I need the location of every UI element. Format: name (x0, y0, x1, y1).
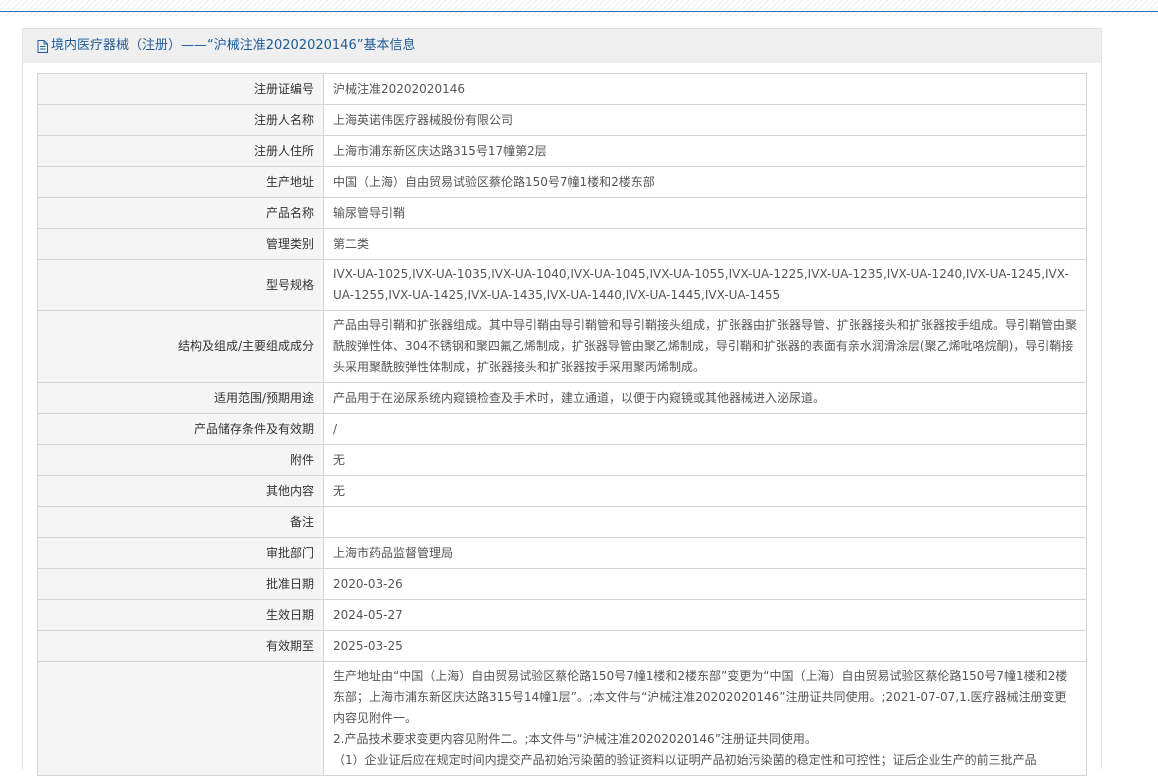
field-label: 注册人名称 (37, 104, 324, 136)
table-row: 注册人住所 上海市浦东新区庆达路315号17幢第2层 (37, 135, 1087, 167)
field-label: 其他内容 (37, 475, 324, 507)
field-value: 无 (323, 444, 1087, 476)
field-value: 2020-03-26 (323, 568, 1087, 600)
table-row: 生产地址 中国（上海）自由贸易试验区蔡伦路150号7幢1楼和2楼东部 (37, 166, 1087, 198)
field-value: 2024-05-27 (323, 599, 1087, 631)
table-row: 批准日期 2020-03-26 (37, 568, 1087, 600)
field-label (37, 661, 324, 776)
field-label: 注册人住所 (37, 135, 324, 167)
change-history-line: （1）企业证后应在规定时间内提交产品初始污染菌的验证资料以证明产品初始污染菌的稳… (333, 753, 1037, 767)
field-label: 产品名称 (37, 197, 324, 229)
table-row: 有效期至 2025-03-25 (37, 630, 1087, 662)
field-label: 产品储存条件及有效期 (37, 413, 324, 445)
change-history-value: 生产地址由“中国（上海）自由贸易试验区蔡伦路150号7幢1楼和2楼东部”变更为“… (323, 661, 1087, 776)
table-row: 适用范围/预期用途 产品用于在泌尿系统内窥镜检查及手术时，建立通道，以便于内窥镜或… (37, 382, 1087, 414)
field-label: 生产地址 (37, 166, 324, 198)
panel-title-text: 境内医疗器械（注册）——“沪械注准20202020146”基本信息 (51, 38, 416, 53)
field-value: 产品用于在泌尿系统内窥镜检查及手术时，建立通道，以便于内窥镜或其他器械进入泌尿道… (323, 382, 1087, 414)
field-label: 注册证编号 (37, 73, 324, 105)
top-decorative-strip (0, 0, 1158, 16)
field-label: 适用范围/预期用途 (37, 382, 324, 414)
table-row: 管理类别 第二类 (37, 228, 1087, 260)
field-label: 审批部门 (37, 537, 324, 569)
field-value: 产品由导引鞘和扩张器组成。其中导引鞘由导引鞘管和导引鞘接头组成，扩张器由扩张器导… (323, 310, 1087, 383)
field-label: 备注 (37, 506, 324, 538)
table-row: 产品储存条件及有效期 / (37, 413, 1087, 445)
field-label: 附件 (37, 444, 324, 476)
field-value (323, 506, 1087, 538)
table-row: 附件无 (37, 444, 1087, 476)
field-value: 上海市浦东新区庆达路315号17幢第2层 (323, 135, 1087, 167)
table-row: 结构及组成/主要组成成分 产品由导引鞘和扩张器组成。其中导引鞘由导引鞘管和导引鞘接… (37, 310, 1087, 383)
top-divider-line (0, 11, 1158, 12)
field-value: 2025-03-25 (323, 630, 1087, 662)
table-row: 备注 (37, 506, 1087, 538)
change-history-line: 生产地址由“中国（上海）自由贸易试验区蔡伦路150号7幢1楼和2楼东部”变更为“… (333, 669, 1068, 725)
panel-header: 境内医疗器械（注册）——“沪械注准20202020146”基本信息 (23, 29, 1101, 63)
table-row: 型号规格 IVX-UA-1025,IVX-UA-1035,IVX-UA-1040,… (37, 259, 1087, 311)
table-row: 其他内容无 (37, 475, 1087, 507)
field-value: / (323, 413, 1087, 445)
field-value: 第二类 (323, 228, 1087, 260)
field-label: 型号规格 (37, 259, 324, 311)
change-history-line: 2.产品技术要求变更内容见附件二。;本文件与“沪械注准20202020146”注… (333, 732, 817, 746)
field-value: 输尿管导引鞘 (323, 197, 1087, 229)
table-row: 审批部门 上海市药品监督管理局 (37, 537, 1087, 569)
document-icon (37, 39, 48, 53)
field-label: 管理类别 (37, 228, 324, 260)
field-value: 沪械注准20202020146 (323, 73, 1087, 105)
field-value: IVX-UA-1025,IVX-UA-1035,IVX-UA-1040,IVX-… (323, 259, 1087, 311)
table-row: 注册证编号 沪械注准20202020146 (37, 73, 1087, 105)
info-table-body: 注册证编号 沪械注准20202020146 注册人名称 上海英诺伟医疗器械股份有限公司… (37, 73, 1087, 776)
field-label: 有效期至 (37, 630, 324, 662)
table-row: 产品名称 输尿管导引鞘 (37, 197, 1087, 229)
table-row: 注册人名称 上海英诺伟医疗器械股份有限公司 (37, 104, 1087, 136)
field-label: 结构及组成/主要组成成分 (37, 310, 324, 383)
field-value: 无 (323, 475, 1087, 507)
panel-title: 境内医疗器械（注册）——“沪械注准20202020146”基本信息 (37, 38, 415, 54)
table-row-change-history: 生产地址由“中国（上海）自由贸易试验区蔡伦路150号7幢1楼和2楼东部”变更为“… (37, 661, 1087, 776)
registration-info-table: 注册证编号 沪械注准20202020146 注册人名称 上海英诺伟医疗器械股份有限公司… (37, 73, 1087, 776)
table-row: 生效日期 2024-05-27 (37, 599, 1087, 631)
field-value: 上海英诺伟医疗器械股份有限公司 (323, 104, 1087, 136)
field-value: 中国（上海）自由贸易试验区蔡伦路150号7幢1楼和2楼东部 (323, 166, 1087, 198)
field-label: 生效日期 (37, 599, 324, 631)
field-value: 上海市药品监督管理局 (323, 537, 1087, 569)
basic-info-panel: 境内医疗器械（注册）——“沪械注准20202020146”基本信息 注册证编号沪… (22, 28, 1102, 776)
panel-body: 注册证编号 沪械注准20202020146 注册人名称 上海英诺伟医疗器械股份有限公司… (23, 63, 1101, 776)
field-label: 批准日期 (37, 568, 324, 600)
